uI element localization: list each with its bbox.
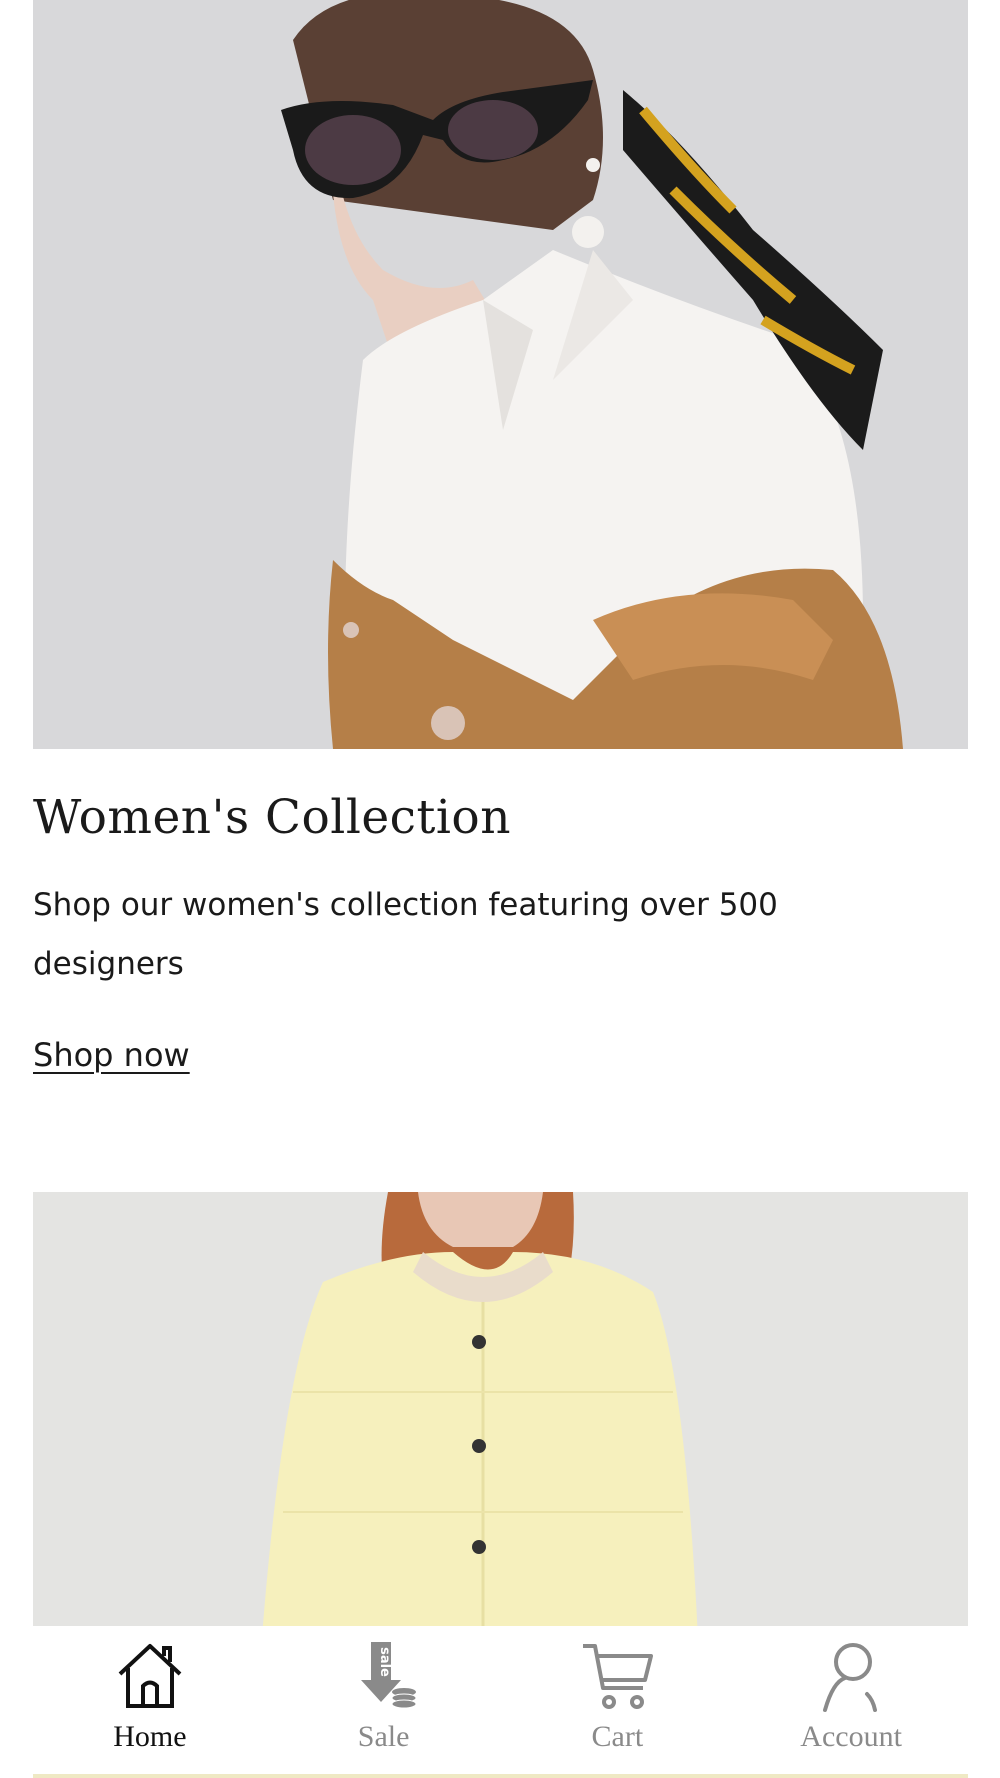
nav-cart-label: Cart xyxy=(591,1720,644,1753)
cart-icon xyxy=(583,1644,654,1709)
hero-image-womens-collection[interactable] xyxy=(33,0,968,749)
sale-icon-text: sale xyxy=(377,1647,392,1677)
next-image-edge xyxy=(33,1774,968,1778)
nav-home[interactable]: Home xyxy=(33,1626,267,1774)
nav-home-label: Home xyxy=(113,1720,187,1753)
account-icon xyxy=(823,1643,878,1712)
sale-icon: sale xyxy=(360,1642,417,1709)
nav-account-label: Account xyxy=(800,1720,902,1753)
nav-sale-label: Sale xyxy=(357,1720,410,1753)
hero-photo xyxy=(33,0,968,749)
nav-cart[interactable]: Cart xyxy=(501,1626,735,1774)
collection-description: Shop our women's collection featuring ov… xyxy=(33,887,778,982)
bottom-navigation: Home sale Sale Cart Account xyxy=(33,1626,968,1774)
shop-now-link[interactable]: Shop now xyxy=(33,1036,190,1074)
nav-account[interactable]: Account xyxy=(734,1626,968,1774)
nav-sale[interactable]: sale Sale xyxy=(267,1626,501,1774)
collection-title: Women's Collection xyxy=(33,790,511,845)
home-icon xyxy=(118,1644,182,1708)
